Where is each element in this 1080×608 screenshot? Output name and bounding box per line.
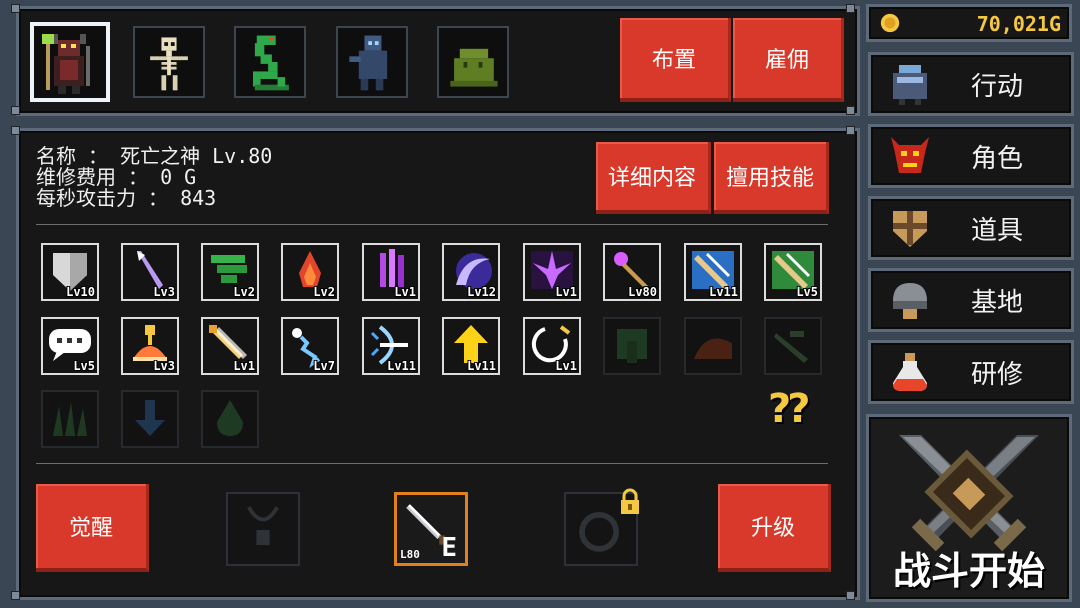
sidebar-item-label: 道具	[971, 216, 1024, 246]
serpent-icon	[253, 35, 289, 91]
skill-fire[interactable]: Lv2	[281, 243, 339, 301]
details-button[interactable]: 详细内容	[596, 142, 711, 214]
cauldron-icon	[893, 65, 927, 105]
ring-slot[interactable]	[564, 488, 639, 566]
coin-icon	[880, 13, 900, 33]
skill-vortex[interactable]: Lv12	[442, 243, 500, 301]
skill-ring-slash[interactable]: Lv1	[523, 317, 581, 375]
awaken-button[interactable]: 觉醒	[36, 484, 149, 572]
skill-slot-locked[interactable]	[603, 317, 661, 375]
sidebar-item-character[interactable]: 角色	[868, 124, 1074, 188]
locked-tree-icon	[617, 329, 647, 363]
deploy-button[interactable]: 布置	[620, 18, 731, 102]
portrait-wraith[interactable]	[336, 26, 408, 98]
skill-slot-locked[interactable]	[41, 390, 99, 448]
skill-wind[interactable]: Lv2	[201, 243, 259, 301]
skill-dark-burst[interactable]: Lv1	[523, 243, 581, 301]
wraith-icon	[349, 35, 388, 91]
locked-down-arrow-icon	[135, 400, 165, 436]
weapon-rank: E	[441, 533, 457, 563]
rivet	[11, 106, 20, 115]
demon-mask-icon	[891, 137, 929, 173]
sidebar-item-action[interactable]: 行动	[868, 52, 1074, 116]
character-upkeep: 维修费用 ： 0 G	[36, 165, 197, 189]
skill-dark-pillar[interactable]: Lv1	[362, 243, 420, 301]
skill-holy-sword[interactable]: Lv1	[201, 317, 259, 375]
locked-arrow-icon	[774, 331, 808, 363]
death-god-icon	[42, 34, 90, 94]
use-skill-button[interactable]: 擅用技能	[714, 142, 829, 214]
gold-amount: 70,021G	[976, 12, 1061, 36]
skill-slot-locked[interactable]	[201, 390, 259, 448]
character-attack: 每秒攻击力 ： 843	[36, 186, 217, 210]
skill-arrow-strike[interactable]: Lv3	[121, 243, 179, 301]
sidebar-item-research[interactable]: 研修	[868, 340, 1074, 404]
locked-drop-icon	[217, 400, 243, 436]
skeleton-icon	[150, 37, 188, 91]
slime-icon	[450, 48, 498, 87]
skill-slot-locked[interactable]	[684, 317, 742, 375]
skill-holy-bell[interactable]: Lv3	[121, 317, 179, 375]
skill-power-up[interactable]: Lv11	[442, 317, 500, 375]
portrait-slime[interactable]	[437, 26, 509, 98]
battle-start-button[interactable]: 战斗开始	[866, 414, 1072, 602]
shield-item-icon	[893, 211, 927, 247]
portrait-skeleton[interactable]	[133, 26, 205, 98]
portrait-death-god[interactable]	[30, 22, 110, 102]
rivet	[11, 591, 20, 600]
sidebar-item-label: 角色	[971, 144, 1024, 174]
weapon-level: L80	[400, 548, 420, 561]
amulet-icon	[247, 506, 279, 546]
skill-staff[interactable]: Lv80	[603, 243, 661, 301]
skill-slot-locked[interactable]	[121, 390, 179, 448]
upgrade-button[interactable]: 升级	[718, 484, 831, 572]
divider	[36, 224, 828, 225]
sidebar-item-base[interactable]: 基地	[868, 268, 1074, 332]
lock-icon	[621, 488, 639, 514]
locked-wave-icon	[694, 338, 732, 359]
weapon-slot[interactable]: L80 E	[394, 492, 468, 566]
locked-grass-icon	[53, 402, 87, 436]
skill-ice-arrows[interactable]: Lv11	[684, 243, 742, 301]
sidebar-item-items[interactable]: 道具	[868, 196, 1074, 260]
character-info: 名称 ： 死亡之神 Lv.80 维修费用 ： 0 G 每秒攻击力 ： 843	[36, 146, 272, 209]
battle-start-label: 战斗开始	[892, 549, 1045, 593]
rivet	[11, 4, 20, 13]
rivet	[846, 4, 855, 13]
gold-display: 70,021G	[866, 4, 1072, 42]
divider	[36, 463, 828, 464]
skill-wind-arrows[interactable]: Lv5	[764, 243, 822, 301]
rivet	[11, 126, 20, 135]
sidebar-item-label: 基地	[971, 288, 1024, 318]
sidebar-item-label: 行动	[971, 72, 1024, 102]
anvil-helmet-icon	[893, 283, 927, 319]
help-button[interactable]: ??	[768, 386, 810, 432]
skill-ice-bow[interactable]: Lv11	[362, 317, 420, 375]
rivet	[846, 106, 855, 115]
skill-shield[interactable]: Lv10	[41, 243, 99, 301]
amulet-slot[interactable]	[226, 492, 300, 566]
skill-chain-lightning[interactable]: Lv7	[281, 317, 339, 375]
character-name: 名称 ： 死亡之神 Lv.80	[36, 144, 273, 168]
skill-speech[interactable]: Lv5	[41, 317, 99, 375]
potion-icon	[893, 353, 927, 391]
sidebar-item-label: 研修	[971, 360, 1024, 390]
portrait-serpent[interactable]	[234, 26, 306, 98]
rivet	[846, 126, 855, 135]
skill-slot-locked[interactable]	[764, 317, 822, 375]
rivet	[846, 591, 855, 600]
hire-button[interactable]: 雇佣	[733, 18, 844, 102]
